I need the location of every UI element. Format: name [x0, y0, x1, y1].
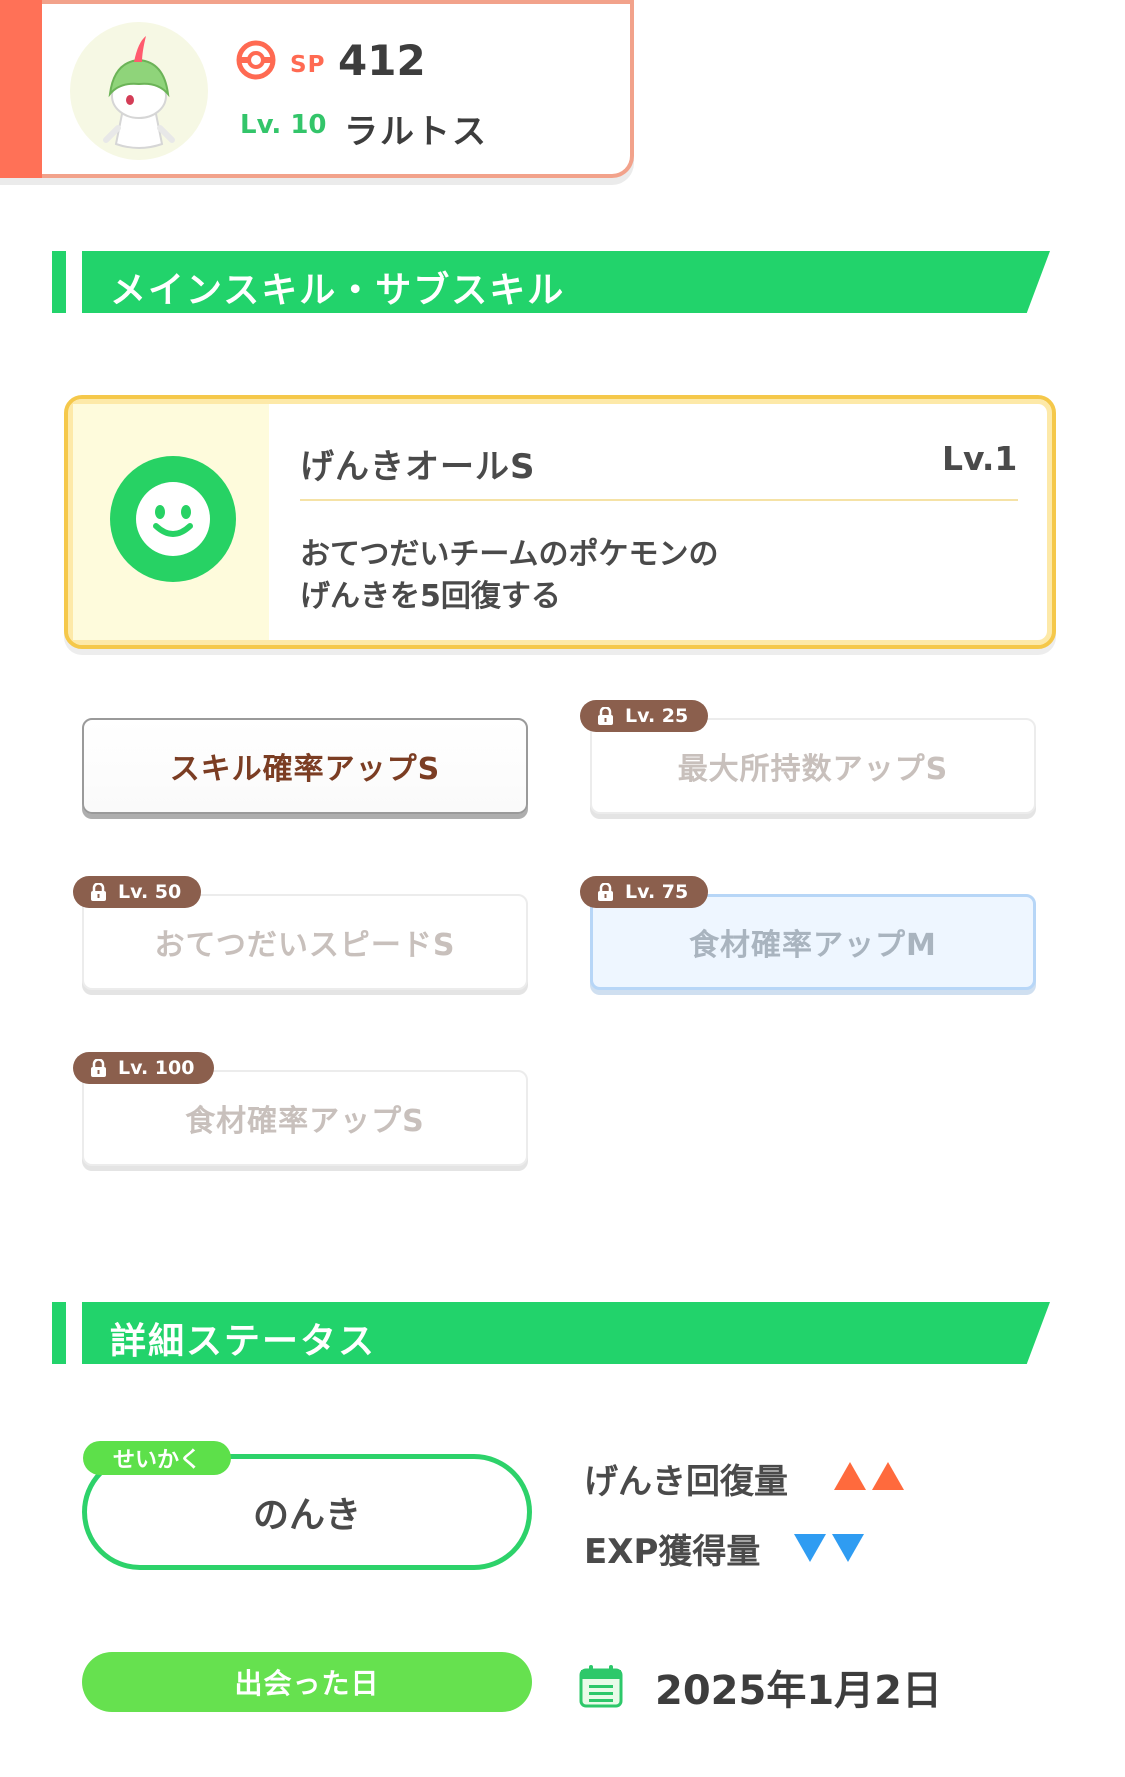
main-skill-name: げんきオールS [300, 447, 536, 487]
sub-skill-chip-locked[interactable]: 食材確率アップS [82, 1070, 528, 1166]
section-banner-status: 詳細ステータス [82, 1302, 1050, 1364]
main-skill-description-line1: おてつだいチームのポケモンの [300, 537, 719, 572]
unlock-level-badge: Lv. 25 [580, 700, 709, 732]
sub-skill-chip-locked[interactable]: 最大所持数アップS [590, 718, 1036, 814]
sub-skill-label: スキル確率アップS [169, 752, 441, 787]
header-accent-stripe [0, 0, 42, 178]
main-skill-description-line2: げんきを5回復する [300, 579, 561, 614]
lock-icon [91, 883, 106, 901]
unlock-level: Lv. 25 [625, 705, 689, 727]
unlock-level: Lv. 75 [625, 881, 689, 903]
sub-skill-label: 最大所持数アップS [677, 752, 949, 787]
section-banner-tick [52, 251, 66, 313]
sub-skill-label: 食材確率アップS [185, 1104, 425, 1139]
stat-down-arrow-icon [832, 1534, 864, 1562]
lock-icon [91, 1059, 106, 1077]
sub-skill-chip-locked[interactable]: 食材確率アップM [590, 894, 1036, 990]
section-banner-tick [52, 1302, 66, 1364]
nature-value: のんき [252, 1495, 361, 1536]
unlock-level-badge: Lv. 50 [73, 876, 202, 908]
unlock-level: Lv. 50 [118, 881, 182, 903]
pokemon-level: Lv. 10 [240, 110, 327, 140]
section-banner-skills: メインスキル・サブスキル [82, 251, 1050, 313]
section-title-skills: メインスキル・サブスキル [110, 270, 566, 311]
sp-value: 412 [338, 36, 426, 85]
stat-up-arrow-icon [872, 1462, 904, 1490]
sub-skill-chip-locked[interactable]: おてつだいスピードS [82, 894, 528, 990]
sub-skill-label: 食材確率アップM [689, 928, 937, 963]
section-title-status: 詳細ステータス [110, 1321, 377, 1362]
pokemon-avatar [70, 22, 208, 160]
lock-icon [598, 707, 613, 725]
main-skill-card[interactable]: げんきオールS Lv.1 おてつだいチームのポケモンの げんきを5回復する [64, 395, 1056, 649]
unlock-level-badge: Lv. 75 [580, 876, 709, 908]
main-skill-level: Lv.1 [942, 439, 1018, 478]
stat-down-arrow-icon [794, 1534, 826, 1562]
smile-face-icon [110, 456, 236, 582]
sp-label: SP [290, 52, 326, 78]
sp-ball-icon [236, 40, 276, 80]
met-date-value: 2025年1月2日 [655, 1668, 942, 1714]
stat-up-arrow-icon [834, 1462, 866, 1490]
met-date-label: 出会った日 [82, 1652, 532, 1712]
main-skill-divider [300, 499, 1018, 501]
sub-skill-label: おてつだいスピードS [154, 928, 456, 963]
unlock-level: Lv. 100 [118, 1057, 195, 1079]
nature-tag: せいかく [83, 1441, 232, 1475]
unlock-level-badge: Lv. 100 [73, 1052, 215, 1084]
calendar-icon [579, 1665, 623, 1708]
nature-up-stat-label: げんき回復量 [584, 1462, 788, 1502]
lock-icon [598, 883, 613, 901]
nature-down-stat-label: EXP獲得量 [584, 1532, 761, 1572]
pokemon-name: ラルトス [344, 112, 488, 152]
sub-skill-chip[interactable]: スキル確率アップS [82, 718, 528, 814]
